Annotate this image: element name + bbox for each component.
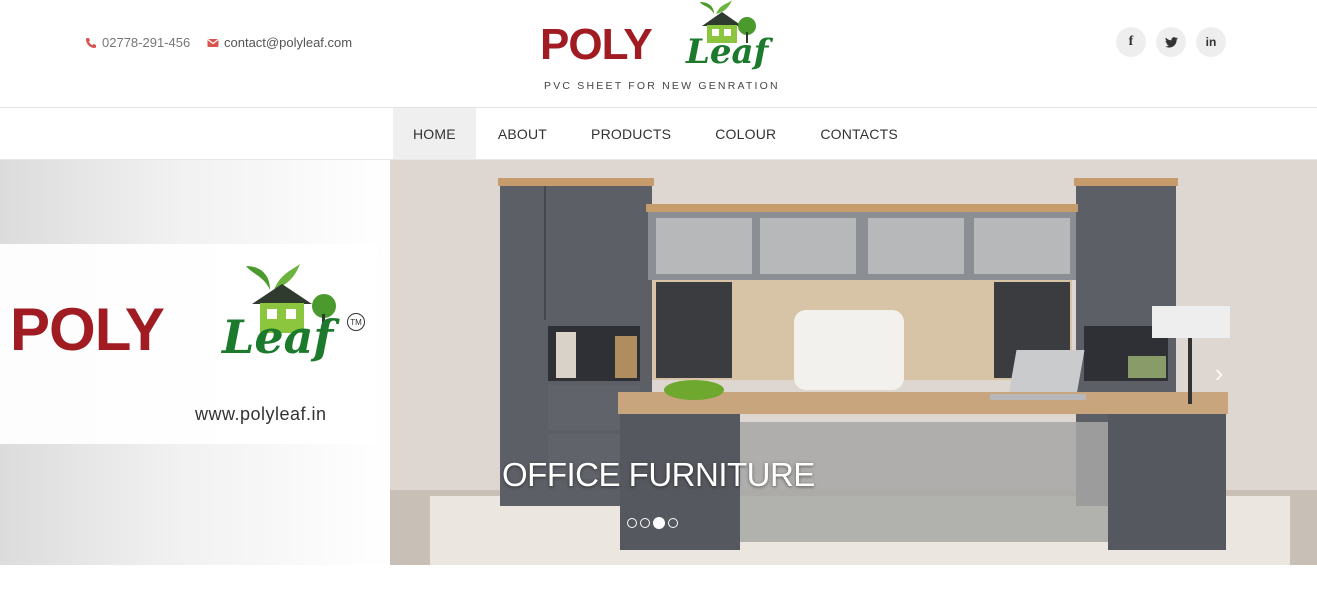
slider-pagination bbox=[627, 517, 678, 529]
logo-brand-script: Leaf bbox=[686, 32, 769, 72]
linkedin-button[interactable]: in bbox=[1196, 27, 1226, 57]
slide-logo-panel: POLY Leaf TM www.polyleaf.in bbox=[0, 160, 390, 565]
slider-next-arrow[interactable]: › bbox=[1207, 358, 1231, 388]
slide-caption: OFFICE FURNITURE bbox=[502, 456, 815, 493]
phone-number: 02778-291-456 bbox=[102, 35, 191, 50]
nav-menu: HOME ABOUT PRODUCTS COLOUR CONTACTS bbox=[393, 108, 920, 159]
nav-item-products[interactable]: PRODUCTS bbox=[569, 108, 693, 159]
slider-dot-4[interactable] bbox=[668, 518, 678, 528]
site-logo[interactable]: POLY Leaf PVC SHEET FOR NEW GENRATION bbox=[540, 0, 778, 100]
phone-icon bbox=[86, 37, 96, 48]
hero-slider: POLY Leaf TM www.polyleaf.in ‹ › OFFICE … bbox=[0, 160, 1317, 565]
logo-brand-main: POLY bbox=[540, 20, 653, 69]
main-nav: HOME ABOUT PRODUCTS COLOUR CONTACTS bbox=[0, 108, 1317, 160]
trademark-symbol: TM bbox=[347, 313, 365, 331]
twitter-button[interactable] bbox=[1156, 27, 1186, 57]
header-email[interactable]: contact@polyleaf.com bbox=[207, 35, 352, 50]
nav-item-colour[interactable]: COLOUR bbox=[693, 108, 798, 159]
nav-item-about[interactable]: ABOUT bbox=[476, 108, 569, 159]
chevron-right-icon: › bbox=[1214, 357, 1224, 388]
office-furniture-illustration bbox=[390, 160, 1317, 565]
facebook-icon: f bbox=[1128, 34, 1134, 49]
nav-item-contacts[interactable]: CONTACTS bbox=[798, 108, 920, 159]
office-furniture-image bbox=[390, 160, 1317, 565]
twitter-icon bbox=[1164, 36, 1178, 48]
slide-website: www.polyleaf.in bbox=[195, 404, 327, 424]
facebook-button[interactable]: f bbox=[1116, 27, 1146, 57]
slider-dot-1[interactable] bbox=[627, 518, 637, 528]
header-phone[interactable]: 02778-291-456 bbox=[85, 35, 190, 50]
envelope-icon bbox=[207, 38, 219, 47]
slider-prev-arrow[interactable]: ‹ bbox=[80, 358, 104, 388]
social-links: f in bbox=[1116, 27, 1226, 57]
slide-brand-main: POLY bbox=[10, 296, 165, 363]
slider-dot-3[interactable] bbox=[653, 517, 665, 529]
logo-tagline: PVC SHEET FOR NEW GENRATION bbox=[544, 80, 780, 92]
slide-brand-script: Leaf bbox=[222, 310, 334, 364]
slider-dot-2[interactable] bbox=[640, 518, 650, 528]
linkedin-icon: in bbox=[1205, 35, 1217, 49]
email-address: contact@polyleaf.com bbox=[224, 35, 353, 50]
nav-item-home[interactable]: HOME bbox=[393, 108, 476, 159]
chevron-left-icon: ‹ bbox=[87, 357, 97, 388]
site-header: 02778-291-456 contact@polyleaf.com POLY … bbox=[0, 0, 1317, 108]
